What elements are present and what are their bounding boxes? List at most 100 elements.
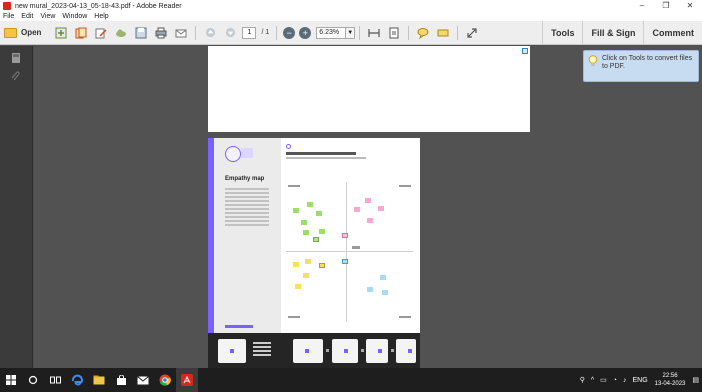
template-strip — [208, 333, 420, 368]
quadrant-divider-vertical — [346, 182, 347, 322]
menu-window[interactable]: Window — [62, 13, 87, 20]
pdf-page-2: Empathy map — [208, 138, 420, 368]
zoom-input[interactable]: 6.23% — [316, 26, 347, 39]
sticky-note — [303, 230, 309, 235]
tab-fill-sign[interactable]: Fill & Sign — [582, 21, 643, 45]
chrome-icon[interactable] — [154, 368, 176, 392]
center-label — [352, 246, 360, 249]
comment-icon[interactable] — [416, 26, 430, 40]
minimize-button[interactable]: – — [630, 0, 654, 12]
menu-view[interactable]: View — [40, 13, 55, 20]
combine-files-icon[interactable] — [74, 26, 88, 40]
canvas-heading — [286, 152, 356, 155]
adobe-reader-taskbar-icon[interactable] — [176, 368, 198, 392]
sidebar-footer-link — [225, 325, 253, 328]
battery-icon[interactable]: ▭ — [600, 376, 607, 384]
mail-icon[interactable] — [132, 368, 154, 392]
toolbar-separator — [276, 25, 278, 40]
tab-tools[interactable]: Tools — [542, 21, 582, 45]
convert-tooltip[interactable]: Click on Tools to convert files to PDF. — [583, 50, 699, 82]
window-controls: – ❐ ✕ — [630, 0, 702, 12]
tooltip-message: Click on Tools to convert files to PDF. — [602, 55, 693, 70]
pdf-page-1 — [208, 46, 530, 132]
print-icon[interactable] — [154, 26, 168, 40]
tab-comment[interactable]: Comment — [643, 21, 702, 45]
windows-icon — [6, 375, 16, 385]
email-icon[interactable] — [174, 26, 188, 40]
sticky-note — [293, 262, 299, 267]
toolbar-separator — [359, 25, 361, 40]
task-view-icon[interactable] — [44, 368, 66, 392]
page-number-input[interactable]: 1 — [242, 26, 257, 39]
maximize-button[interactable]: ❐ — [654, 0, 678, 12]
sticky-note — [319, 263, 325, 268]
document-area[interactable]: Empathy map — [34, 46, 702, 368]
page-thumbnails-icon[interactable] — [11, 52, 21, 64]
toolbar-separator — [195, 25, 197, 40]
clock-date: 13-04-2023 — [654, 381, 686, 387]
page-resize-handle[interactable] — [522, 48, 528, 54]
fit-page-icon[interactable] — [387, 26, 401, 40]
taskbar: ⚲ ^ ▭ ◔ ♪ ENG 22:56 13-04-2023 ▤ — [0, 368, 702, 392]
open-button[interactable]: Open — [4, 27, 41, 38]
expand-icon[interactable] — [465, 26, 479, 40]
sticky-note — [354, 207, 360, 212]
cloud-share-icon[interactable] — [114, 26, 128, 40]
network-icon[interactable]: ◔ — [613, 377, 617, 384]
window-title: new mural_2023-04-13_05-18-43.pdf - Adob… — [15, 2, 182, 10]
people-icon[interactable]: ⚲ — [580, 376, 585, 384]
template-thumbnail — [366, 339, 388, 363]
description-text-lines — [225, 188, 269, 228]
language-indicator[interactable]: ENG — [633, 377, 648, 384]
sticky-note — [367, 218, 373, 223]
template-text — [253, 342, 271, 358]
clock-time: 22:56 — [662, 373, 678, 379]
menu-help[interactable]: Help — [94, 13, 108, 20]
sticky-note — [303, 273, 309, 278]
next-page-icon[interactable] — [223, 26, 237, 40]
clock[interactable]: 22:56 13-04-2023 — [655, 372, 686, 388]
sticky-note — [378, 206, 384, 211]
template-thumbnail — [293, 339, 323, 363]
sticky-note — [305, 259, 311, 264]
chevron-up-icon[interactable]: ^ — [591, 377, 594, 384]
search-icon[interactable] — [22, 368, 44, 392]
sticky-note — [316, 211, 322, 216]
close-button[interactable]: ✕ — [678, 0, 702, 12]
attachment-icon[interactable] — [11, 70, 21, 82]
navigation-pane — [0, 46, 33, 368]
menu-edit[interactable]: Edit — [21, 13, 33, 20]
folder-icon — [4, 27, 17, 38]
arrow-icon — [361, 349, 364, 352]
sticky-note — [342, 259, 348, 264]
template-thumbnail — [218, 339, 246, 363]
quadrant-divider-horizontal — [286, 251, 413, 252]
system-tray: ⚲ ^ ▭ ◔ ♪ ENG 22:56 13-04-2023 ▤ — [577, 368, 702, 392]
save-icon[interactable] — [134, 26, 148, 40]
sticky-note — [313, 237, 319, 242]
quadrant-label — [288, 185, 300, 187]
start-button[interactable] — [0, 368, 22, 392]
fit-width-icon[interactable] — [367, 26, 381, 40]
file-explorer-icon[interactable] — [88, 368, 110, 392]
edge-browser-icon[interactable] — [66, 368, 88, 392]
zoom-in-button[interactable]: + — [299, 26, 312, 39]
sticky-note — [382, 290, 388, 295]
edit-icon[interactable] — [94, 26, 108, 40]
sticky-note — [301, 220, 307, 225]
notifications-icon[interactable]: ▤ — [692, 376, 699, 384]
toolbar-separator — [457, 25, 459, 40]
quadrant-label — [288, 316, 300, 318]
volume-icon[interactable]: ♪ — [623, 377, 627, 384]
sticky-note — [293, 208, 299, 213]
sticky-note — [295, 284, 301, 289]
zoom-out-button[interactable]: − — [283, 26, 296, 39]
zoom-dropdown[interactable]: ▼ — [346, 26, 356, 39]
menu-file[interactable]: File — [3, 13, 14, 20]
previous-page-icon[interactable] — [203, 26, 217, 40]
highlight-icon[interactable] — [436, 26, 450, 40]
store-icon[interactable] — [110, 368, 132, 392]
quadrant-label — [399, 185, 411, 187]
create-pdf-icon[interactable] — [54, 26, 68, 40]
quadrant-label — [399, 316, 411, 318]
